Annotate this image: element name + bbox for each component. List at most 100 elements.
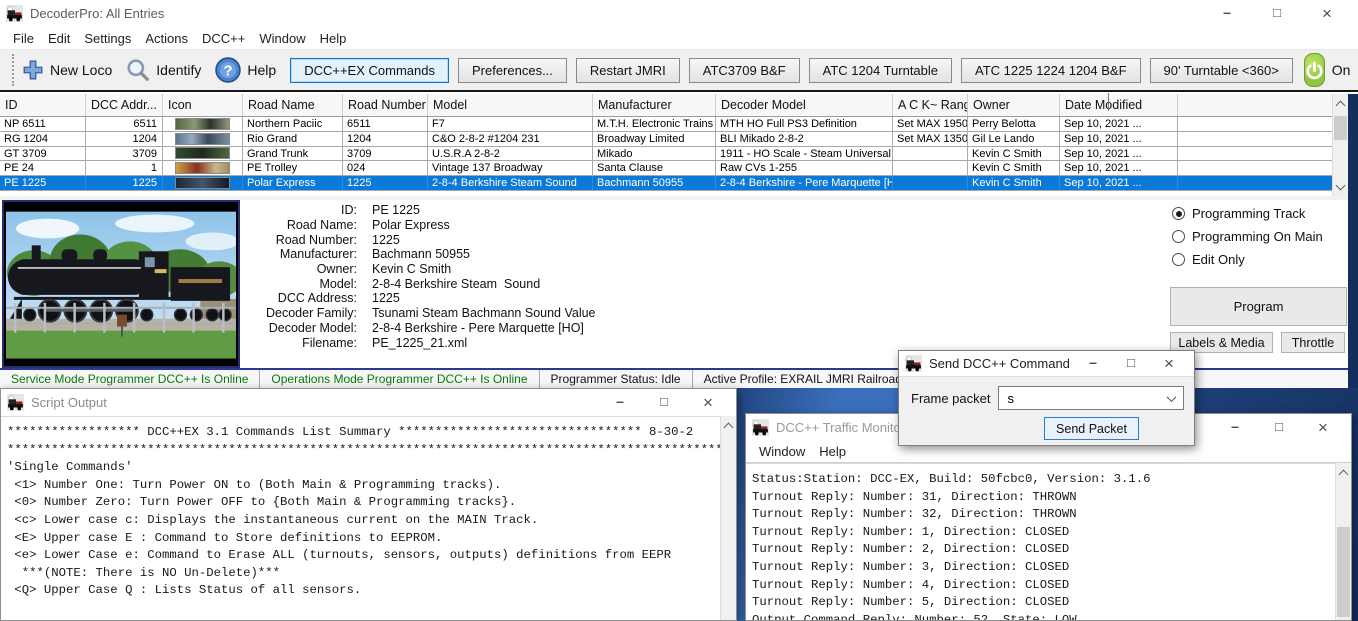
cell-icon: [163, 176, 243, 190]
maximize-icon[interactable]: [642, 393, 686, 413]
scroll-down-icon[interactable]: [1336, 181, 1346, 191]
close-icon[interactable]: [1302, 4, 1352, 24]
console-line: ***(NOTE: There is NO Un-Delete)***: [7, 565, 719, 583]
field-label: Filename:: [245, 336, 357, 350]
field-label: Road Name:: [245, 218, 357, 232]
maximize-icon[interactable]: [1112, 354, 1150, 374]
table-row[interactable]: PE 1225 1225 Polar Express 1225 2-8-4 Be…: [0, 176, 1348, 191]
program-mode-radio[interactable]: Programming Track: [1172, 202, 1323, 225]
power-button[interactable]: [1304, 53, 1325, 87]
new-loco-button[interactable]: New Loco: [22, 59, 112, 81]
cell-manufacturer: Mikado: [593, 147, 716, 161]
help-button[interactable]: ? Help: [215, 57, 276, 83]
frame-packet-input[interactable]: s: [998, 386, 1184, 410]
field-value: PE_1225_21.xml: [372, 336, 467, 350]
column-header[interactable]: Manufacturer: [593, 94, 716, 116]
table-row[interactable]: RG 1204 1204 Rio Grand 1204 C&O 2-8-2 #1…: [0, 132, 1348, 147]
menu-item[interactable]: File: [6, 31, 41, 46]
send-packet-button[interactable]: Send Packet: [1044, 417, 1139, 440]
toolbar-button[interactable]: Restart JMRI: [576, 58, 680, 83]
close-icon[interactable]: [1301, 418, 1345, 438]
frame-packet-value: s: [1007, 391, 1014, 406]
monitor-scrollbar[interactable]: [1335, 463, 1351, 620]
minimize-icon[interactable]: [1202, 4, 1252, 24]
traffic-monitor-console[interactable]: Status:Station: DCC-EX, Build: 50fcbc0, …: [746, 463, 1336, 620]
program-mode-radio[interactable]: Edit Only: [1172, 248, 1323, 271]
maximize-icon[interactable]: [1257, 418, 1301, 438]
main-titlebar[interactable]: DecoderPro: All Entries: [0, 0, 1358, 27]
menu-item[interactable]: Window: [252, 31, 312, 46]
column-header[interactable]: ID: [0, 94, 86, 116]
close-icon[interactable]: [1150, 354, 1188, 374]
cell-date-modified: Sep 10, 2021 ...: [1060, 132, 1178, 146]
program-button[interactable]: Program: [1170, 287, 1347, 326]
column-header[interactable]: Icon: [163, 94, 243, 116]
scroll-up-icon[interactable]: [1339, 470, 1349, 480]
column-header[interactable]: Date Modified: [1060, 94, 1178, 116]
column-header[interactable]: Road Name: [243, 94, 343, 116]
table-row[interactable]: NP 6511 6511 Northern Paciic 6511 F7 M.T…: [0, 117, 1348, 132]
minimize-icon[interactable]: [1074, 354, 1112, 374]
console-line: <Q> Upper Case Q : Lists Status of all s…: [7, 582, 719, 600]
maximize-icon[interactable]: [1252, 4, 1302, 24]
table-row[interactable]: GT 3709 3709 Grand Trunk 3709 U.S.R.A 2-…: [0, 147, 1348, 162]
cell-owner: Kevin C Smith: [968, 176, 1060, 190]
column-header[interactable]: Model: [428, 94, 593, 116]
toolbar-button[interactable]: ATC 1225 1224 1204 B&F: [961, 58, 1141, 83]
new-loco-label: New Loco: [50, 62, 112, 78]
table-row[interactable]: PE 24 1 PE Trolley 024 Vintage 137 Broad…: [0, 161, 1348, 176]
program-mode-radio[interactable]: Programming On Main: [1172, 225, 1323, 248]
status-segment: Active Profile: EXRAIL JMRI Railroad: [693, 370, 914, 388]
menu-item[interactable]: Help: [313, 31, 354, 46]
menu-item[interactable]: Help: [812, 444, 853, 459]
console-line: Turnout Reply: Number: 31, Direction: TH…: [752, 489, 1334, 507]
column-header[interactable]: DCC Addr...: [86, 94, 163, 116]
power-icon: [1305, 61, 1324, 80]
menu-item[interactable]: Actions: [138, 31, 195, 46]
cell-road-name: Rio Grand: [243, 132, 343, 146]
power-state-label: On: [1332, 62, 1351, 78]
table-scrollbar[interactable]: [1332, 94, 1348, 196]
minimize-icon[interactable]: [1213, 418, 1257, 438]
jmri-app-icon: [905, 355, 922, 372]
column-header[interactable]: A C K~ Ranges: [893, 94, 968, 116]
field-label: Decoder Model:: [245, 321, 357, 335]
menu-item[interactable]: Window: [752, 444, 812, 459]
console-line: Turnout Reply: Number: 4, Direction: CLO…: [752, 577, 1334, 595]
script-scrollbar[interactable]: [720, 416, 736, 620]
throttle-button[interactable]: Throttle: [1281, 332, 1345, 353]
toolbar-drag-handle[interactable]: [12, 54, 14, 86]
identify-button[interactable]: Identify: [126, 58, 201, 82]
column-header[interactable]: Owner: [968, 94, 1060, 116]
script-output-console[interactable]: ****************** DCC++EX 3.1 Commands …: [1, 416, 721, 620]
menu-item[interactable]: Settings: [77, 31, 138, 46]
close-icon[interactable]: [686, 393, 730, 413]
toolbar-button[interactable]: 90' Turntable <360>: [1150, 58, 1293, 83]
scroll-thumb[interactable]: [1337, 527, 1350, 617]
scroll-up-icon[interactable]: [724, 423, 734, 433]
sort-descending-icon[interactable]: [1108, 93, 1118, 103]
toolbar-button[interactable]: DCC++EX Commands: [290, 58, 449, 83]
toolbar-button[interactable]: Preferences...: [458, 58, 567, 83]
toolbar-button[interactable]: ATC 1204 Turntable: [809, 58, 952, 83]
cell-dcc-address: 1204: [86, 132, 163, 146]
menu-item[interactable]: DCC++: [195, 31, 252, 46]
jmri-app-icon: [7, 394, 24, 411]
jmri-app-icon: [6, 5, 23, 22]
cell-decoder-model: 1911 - HO Scale - Steam Universal: [716, 147, 893, 161]
column-header[interactable]: Decoder Model: [716, 94, 893, 116]
radio-icon: [1172, 253, 1185, 266]
jmri-app-icon: [752, 419, 769, 436]
help-label: Help: [247, 62, 276, 78]
toolbar-button[interactable]: ATC3709 B&F: [689, 58, 800, 83]
field-label: Owner:: [245, 262, 357, 276]
cell-dcc-address: 3709: [86, 147, 163, 161]
menu-item[interactable]: Edit: [41, 31, 77, 46]
script-titlebar[interactable]: Script Output: [1, 389, 736, 416]
scroll-up-icon[interactable]: [1336, 101, 1346, 111]
detail-field-row: ID: PE 1225: [245, 203, 596, 218]
scroll-thumb[interactable]: [1334, 116, 1347, 140]
dialog-titlebar[interactable]: Send DCC++ Command: [899, 351, 1194, 377]
minimize-icon[interactable]: [598, 393, 642, 413]
column-header[interactable]: Road Number: [343, 94, 428, 116]
